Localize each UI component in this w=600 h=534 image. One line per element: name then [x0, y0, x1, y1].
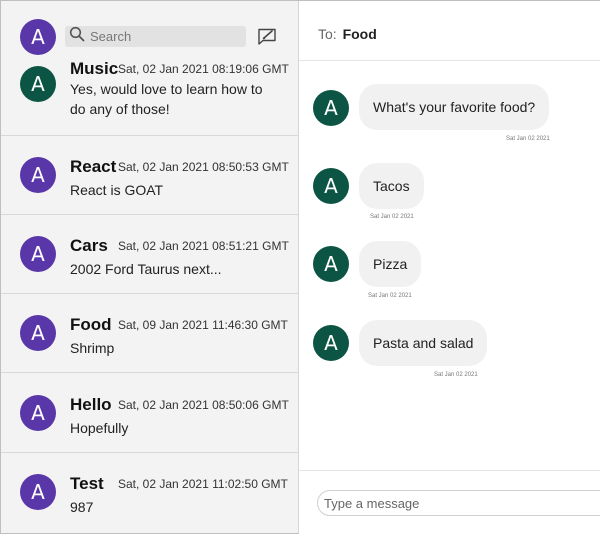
- message-bubble: What's your favorite food?: [359, 84, 550, 130]
- message-bubble: Pasta and salad: [359, 320, 488, 366]
- conversation-time: Sat, 02 Jan 2021 08:19:06 GMT: [118, 62, 289, 76]
- conversation-name: React: [70, 157, 117, 176]
- search-box[interactable]: [65, 26, 246, 47]
- avatar: A: [20, 236, 56, 272]
- message-input[interactable]: [317, 490, 600, 516]
- message-bubble: Pizza: [359, 241, 422, 287]
- conversation-time: Sat, 02 Jan 2021 11:02:50 GMT: [118, 477, 288, 491]
- conversation-time: Sat, 02 Jan 2021 08:51:21 GMT: [118, 239, 289, 253]
- conversation-time: Sat, 09 Jan 2021 11:46:30 GMT: [118, 318, 288, 332]
- conversation-name: Food: [70, 315, 112, 334]
- compose-icon[interactable]: [257, 26, 277, 46]
- conversation-item-cars[interactable]: A Cars Sat, 02 Jan 2021 08:51:21 GMT 200…: [1, 215, 298, 294]
- avatar: A: [20, 474, 56, 510]
- conversation-item-react[interactable]: A React Sat, 02 Jan 2021 08:50:53 GMT Re…: [1, 136, 298, 215]
- avatar: A: [20, 66, 56, 102]
- conversation-preview: 2002 Ford Taurus next...: [70, 261, 222, 277]
- conversation-name: Hello: [70, 395, 112, 414]
- conversation-item-hello[interactable]: A Hello Sat, 02 Jan 2021 08:50:06 GMT Ho…: [1, 374, 298, 453]
- conversation-preview: React is GOAT: [70, 182, 164, 198]
- sidebar: A Music Sat, 02 Jan 2021 08:19:06 GMT Ye…: [1, 1, 299, 533]
- avatar: A: [20, 315, 56, 351]
- conversation-time: Sat, 02 Jan 2021 08:50:53 GMT: [118, 160, 289, 174]
- conversation-preview: Yes, would love to learn how to do any o…: [70, 79, 285, 119]
- message-time: Sat Jan 02 2021: [434, 372, 478, 378]
- conversation-time: Sat, 02 Jan 2021 08:50:06 GMT: [118, 398, 289, 412]
- message-time: Sat Jan 02 2021: [368, 293, 412, 299]
- avatar: A: [313, 246, 349, 282]
- avatar: A: [313, 325, 349, 361]
- avatar: A: [20, 395, 56, 431]
- recipient-name: Food: [342, 26, 377, 42]
- chat-panel: To: Food A What's your favorite food? Sa…: [299, 1, 600, 534]
- conversation-name: Test: [70, 474, 104, 493]
- message-time: Sat Jan 02 2021: [370, 214, 414, 220]
- avatar: A: [20, 157, 56, 193]
- conversation-preview: Hopefully: [70, 420, 129, 436]
- conversation-name: Music: [70, 59, 119, 78]
- recipient-label: To: Food: [318, 26, 377, 42]
- search-input[interactable]: [90, 29, 240, 44]
- sidebar-header: A: [1, 1, 298, 61]
- avatar: A: [313, 168, 349, 204]
- conversation-item-food[interactable]: A Food Sat, 09 Jan 2021 11:46:30 GMT Shr…: [1, 294, 298, 373]
- conversation-name: Cars: [70, 236, 108, 255]
- message-composer: [299, 470, 600, 534]
- chat-header: To: Food: [299, 1, 600, 61]
- conversation-preview-line: do any of those!: [70, 101, 170, 117]
- user-avatar[interactable]: A: [20, 19, 56, 55]
- search-icon: [69, 26, 85, 47]
- conversation-item-test[interactable]: A Test Sat, 02 Jan 2021 11:02:50 GMT 987: [1, 453, 298, 532]
- conversation-preview: 987: [70, 499, 94, 515]
- conversation-preview-line: Yes, would love to learn how to: [70, 81, 263, 97]
- avatar: A: [313, 90, 349, 126]
- message-time: Sat Jan 02 2021: [506, 136, 550, 142]
- messenger-app: A Music Sat, 02 Jan 2021 08:19:06 GMT Ye…: [0, 0, 600, 534]
- conversation-preview: Shrimp: [70, 340, 115, 356]
- message-bubble: Tacos: [359, 163, 424, 209]
